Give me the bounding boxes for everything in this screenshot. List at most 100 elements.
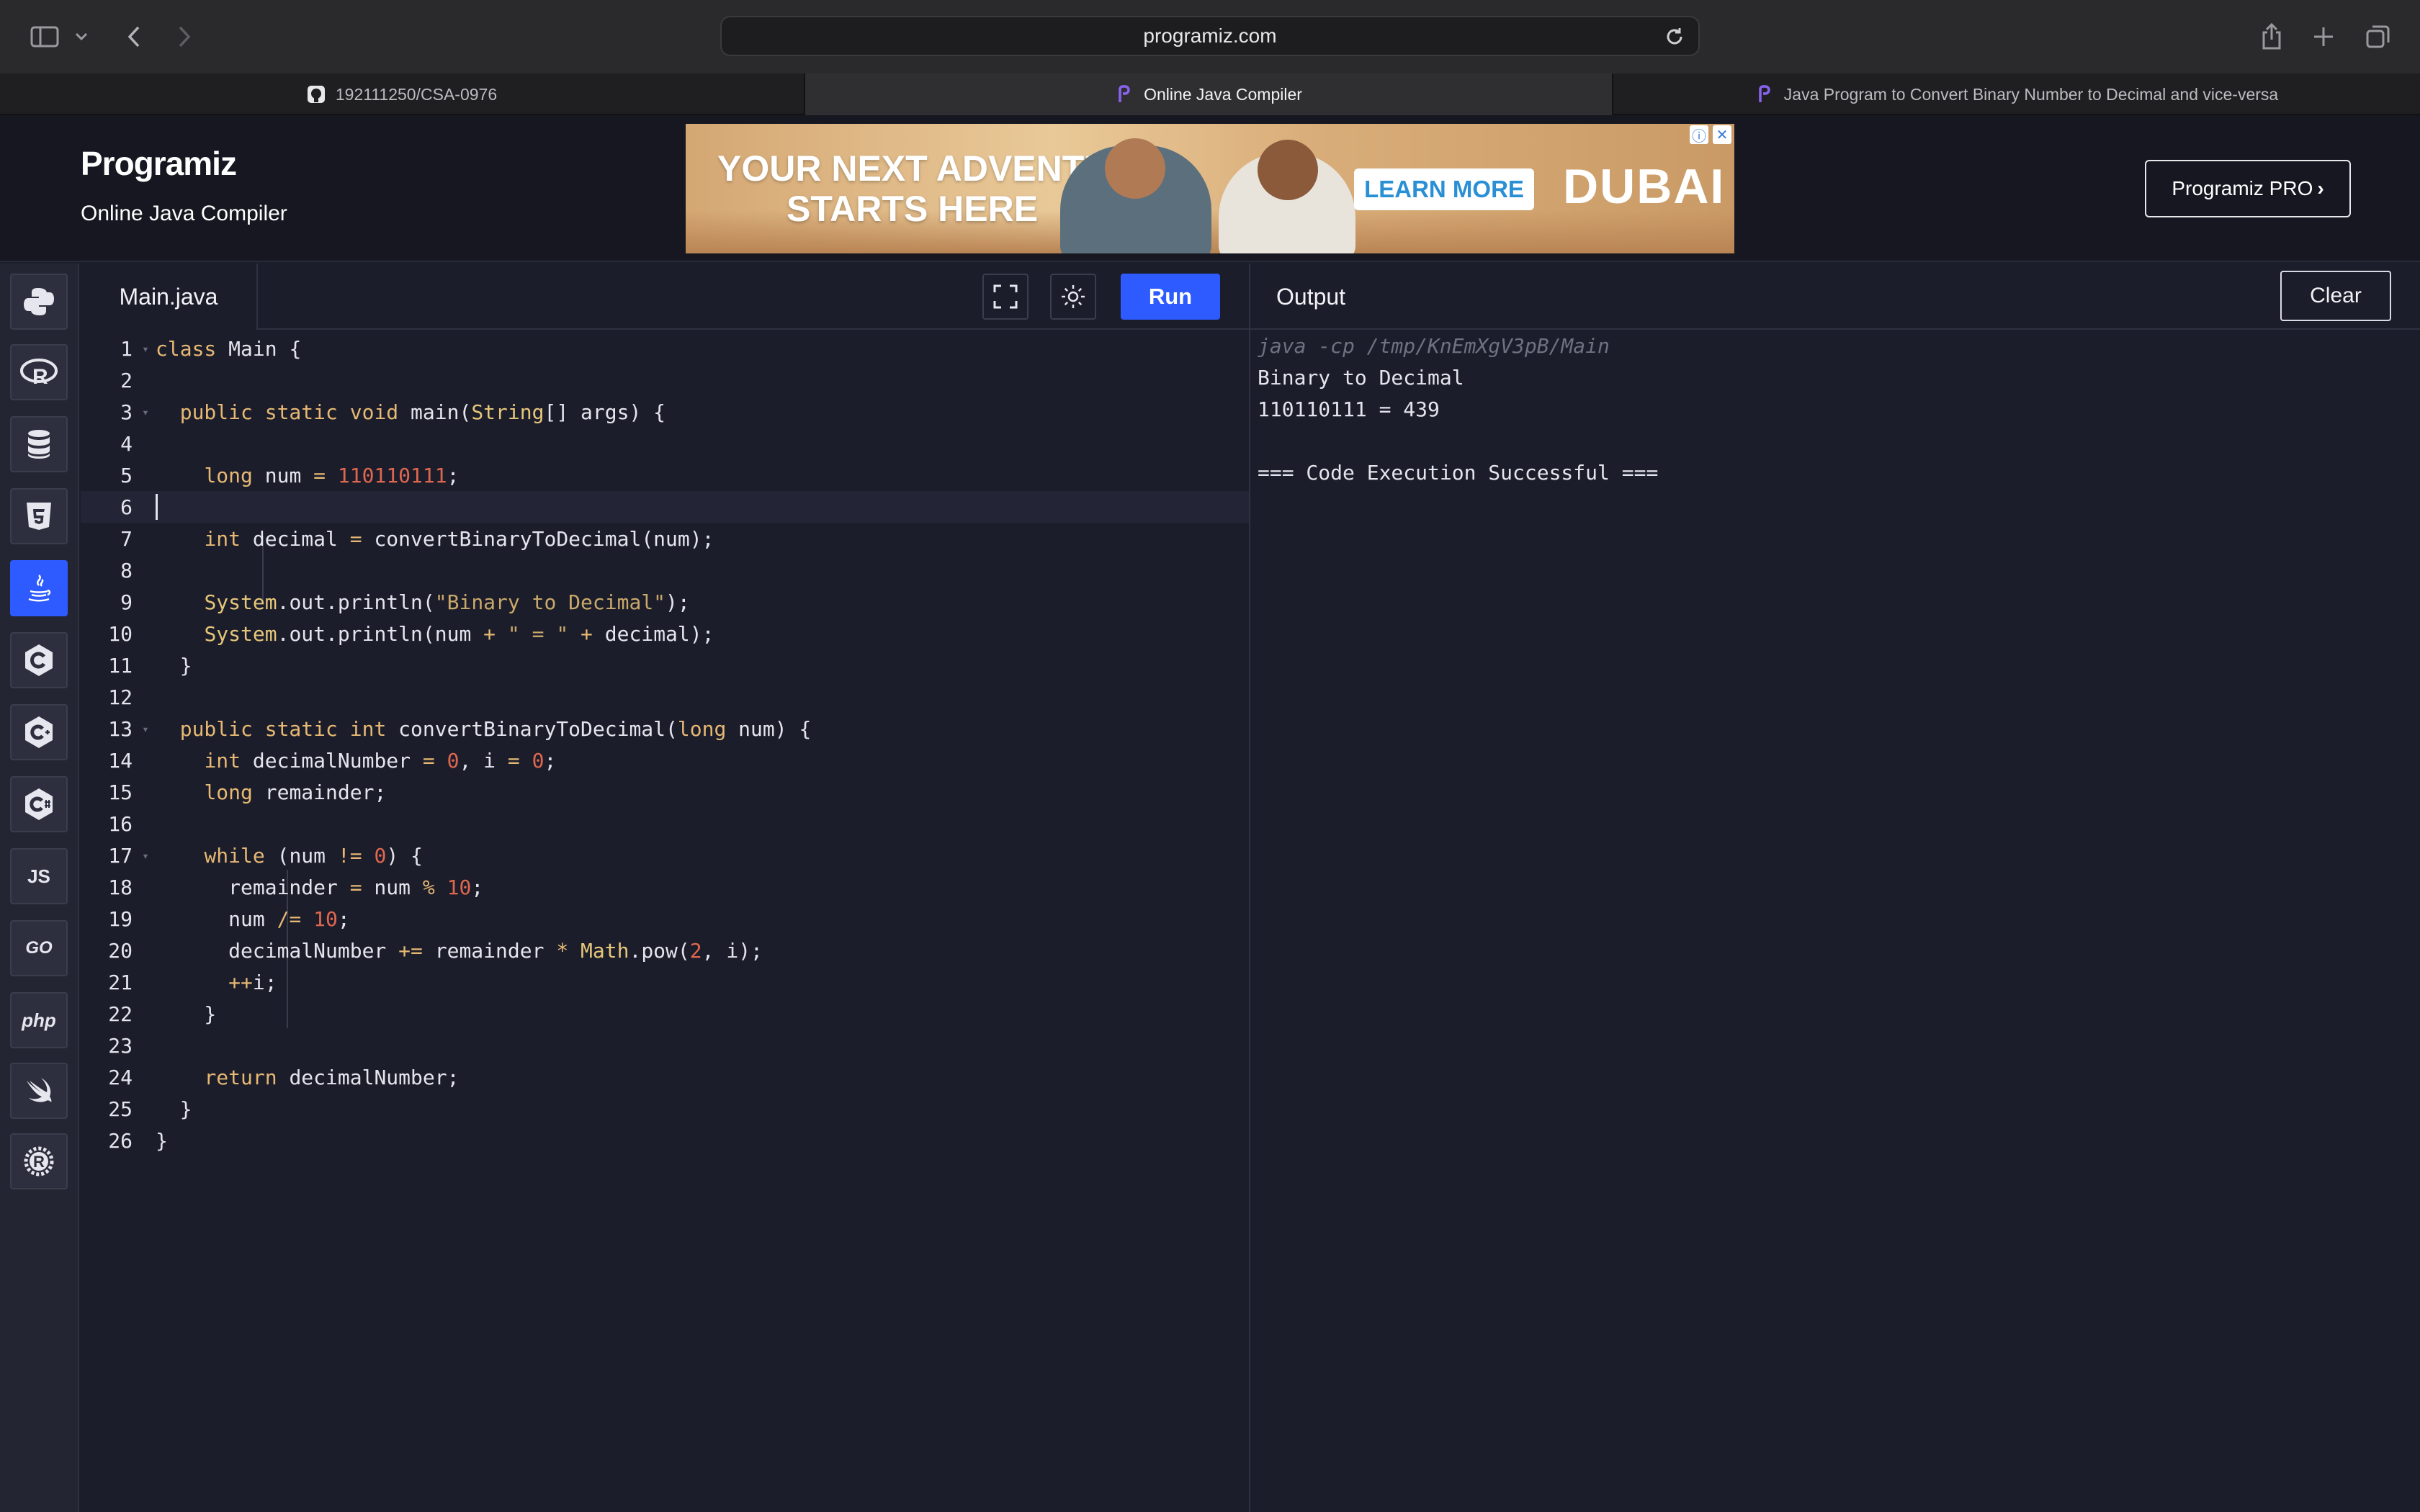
java-icon[interactable] <box>10 560 68 616</box>
code-text: System.out.println("Binary to Decimal"); <box>204 590 690 614</box>
chevron-down-icon[interactable] <box>69 16 94 58</box>
output-console[interactable]: java -cp /tmp/KnEmXgV3pB/Main Binary to … <box>1249 330 2420 1512</box>
chevron-right-icon: › <box>2317 177 2324 199</box>
advertisement-banner[interactable]: YOUR NEXT ADVENTURE STARTS HERE LEARN MO… <box>686 124 1734 253</box>
code-line[interactable]: 2 <box>81 364 1249 396</box>
fold-arrow-icon[interactable]: ▾ <box>135 405 156 419</box>
line-number: 24 <box>108 1065 133 1089</box>
code-text: public static int convertBinaryToDecimal… <box>179 716 812 741</box>
c-icon[interactable] <box>10 632 68 688</box>
svg-text:R: R <box>32 365 48 387</box>
code-line[interactable]: 10 System.out.println(num + " = " + deci… <box>81 618 1249 649</box>
code-text: return decimalNumber; <box>204 1065 460 1089</box>
code-line[interactable]: 26} <box>81 1125 1249 1156</box>
code-line[interactable]: 7 int decimal = convertBinaryToDecimal(n… <box>81 523 1249 554</box>
run-button[interactable]: Run <box>1121 274 1220 320</box>
ad-close-icon[interactable]: ✕ <box>1713 125 1731 144</box>
ad-info-icon[interactable]: ⓘ <box>1690 125 1708 145</box>
code-line[interactable]: 20 decimalNumber += remainder * Math.pow… <box>81 935 1249 966</box>
code-line[interactable]: 5 long num = 110110111; <box>81 459 1249 491</box>
r-icon[interactable]: R <box>10 344 68 400</box>
tab-online-java-compiler[interactable]: Online Java Compiler <box>805 73 1613 115</box>
url-text: programiz.com <box>1143 24 1277 47</box>
fold-arrow-icon[interactable]: ▾ <box>135 849 156 863</box>
code-line[interactable]: 17 ▾ while (num != 0) { <box>81 840 1249 871</box>
code-line[interactable]: 8 <box>81 554 1249 586</box>
file-tab-main-java[interactable]: Main.java <box>81 264 258 330</box>
output-title: Output <box>1276 283 1346 310</box>
sql-icon[interactable] <box>10 416 68 472</box>
page-subtitle: Online Java Compiler <box>81 202 287 225</box>
programiz-logo[interactable]: Programiz <box>81 144 237 183</box>
programiz-icon <box>1115 85 1134 104</box>
ad-person-image <box>1060 138 1211 253</box>
code-line[interactable]: 25 } <box>81 1093 1249 1125</box>
php-icon[interactable]: php <box>10 992 68 1048</box>
line-number: 13 <box>108 716 133 741</box>
html-icon[interactable] <box>10 488 68 544</box>
code-line[interactable]: 22 } <box>81 998 1249 1030</box>
code-text: long remainder; <box>204 780 387 804</box>
code-line[interactable]: 9 System.out.println("Binary to Decimal"… <box>81 586 1249 618</box>
line-number: 3 <box>120 400 133 424</box>
programiz-pro-button[interactable]: Programiz PRO › <box>2145 160 2351 217</box>
address-bar[interactable]: programiz.com <box>720 16 1700 56</box>
github-icon <box>307 85 326 104</box>
code-line[interactable]: 1 ▾ class Main { <box>81 333 1249 364</box>
line-number: 12 <box>108 685 133 709</box>
code-line[interactable]: 14 int decimalNumber = 0, i = 0; <box>81 744 1249 776</box>
text-cursor <box>156 494 158 520</box>
code-line[interactable]: 3 ▾ public static void main(String[] args… <box>81 396 1249 428</box>
code-text: num /= 10; <box>156 906 350 931</box>
reload-icon[interactable] <box>1664 26 1685 53</box>
code-line[interactable]: 12 <box>81 681 1249 713</box>
code-line[interactable]: 13 ▾ public static int convertBinaryToDec… <box>81 713 1249 744</box>
code-line[interactable]: 23 <box>81 1030 1249 1061</box>
tab-label: 192111250/CSA-0976 <box>335 84 498 104</box>
fullscreen-icon[interactable] <box>982 274 1028 320</box>
tab-label: Java Program to Convert Binary Number to… <box>1783 84 2279 104</box>
code-line[interactable]: 16 <box>81 808 1249 840</box>
code-editor[interactable]: 1 ▾ class Main {2 3 ▾ public static void mai… <box>81 330 1249 1512</box>
code-text: System.out.println(num + " = " + decimal… <box>204 621 714 646</box>
line-number: 17 <box>108 843 133 868</box>
back-icon[interactable] <box>120 16 148 58</box>
python-icon[interactable] <box>10 274 68 330</box>
share-icon[interactable] <box>2257 16 2286 58</box>
fold-arrow-icon[interactable]: ▾ <box>135 342 156 356</box>
output-header: Output Clear <box>1249 264 2420 330</box>
code-text: } <box>156 1128 168 1153</box>
code-text: int decimalNumber = 0, i = 0; <box>204 748 557 773</box>
go-icon[interactable]: GO <box>10 920 68 976</box>
tab-github[interactable]: 192111250/CSA-0976 <box>0 73 805 115</box>
code-line[interactable]: 4 <box>81 428 1249 459</box>
javascript-icon[interactable]: JS <box>10 848 68 904</box>
sidebar-toggle-icon[interactable] <box>26 16 63 58</box>
svg-text:R: R <box>33 1153 45 1171</box>
code-line[interactable]: 19 num /= 10; <box>81 903 1249 935</box>
code-line[interactable]: 11 } <box>81 649 1249 681</box>
csharp-icon[interactable] <box>10 776 68 832</box>
swift-icon[interactable] <box>10 1063 68 1119</box>
new-tab-icon[interactable] <box>2309 16 2338 58</box>
rust-icon[interactable]: R <box>10 1133 68 1189</box>
fold-arrow-icon[interactable]: ▾ <box>135 722 156 736</box>
cpp-icon[interactable] <box>10 704 68 760</box>
code-line[interactable]: 15 long remainder; <box>81 776 1249 808</box>
tab-java-binary-program[interactable]: Java Program to Convert Binary Number to… <box>1613 73 2420 115</box>
code-line[interactable]: 18 remainder = num % 10; <box>81 871 1249 903</box>
theme-toggle-icon[interactable] <box>1050 274 1096 320</box>
clear-button[interactable]: Clear <box>2280 271 2391 321</box>
tab-overview-icon[interactable] <box>2362 16 2394 58</box>
code-line[interactable]: 24 return decimalNumber; <box>81 1061 1249 1093</box>
forward-icon[interactable] <box>170 16 199 58</box>
code-line[interactable]: 21 ++i; <box>81 966 1249 998</box>
output-line: === Code Execution Successful === <box>1258 460 1659 485</box>
output-line: Binary to Decimal <box>1258 365 1464 390</box>
app-window: programiz.com 192111250/CSA-0976 Online … <box>0 0 2420 1512</box>
code-line[interactable]: 6 <box>81 491 1249 523</box>
ad-brand-logo: DUBAI <box>1563 159 1726 214</box>
ad-learn-more-button[interactable]: LEARN MORE <box>1354 168 1534 210</box>
ad-person-image <box>1219 140 1355 253</box>
editor-header: Main.java Run <box>81 264 1249 330</box>
